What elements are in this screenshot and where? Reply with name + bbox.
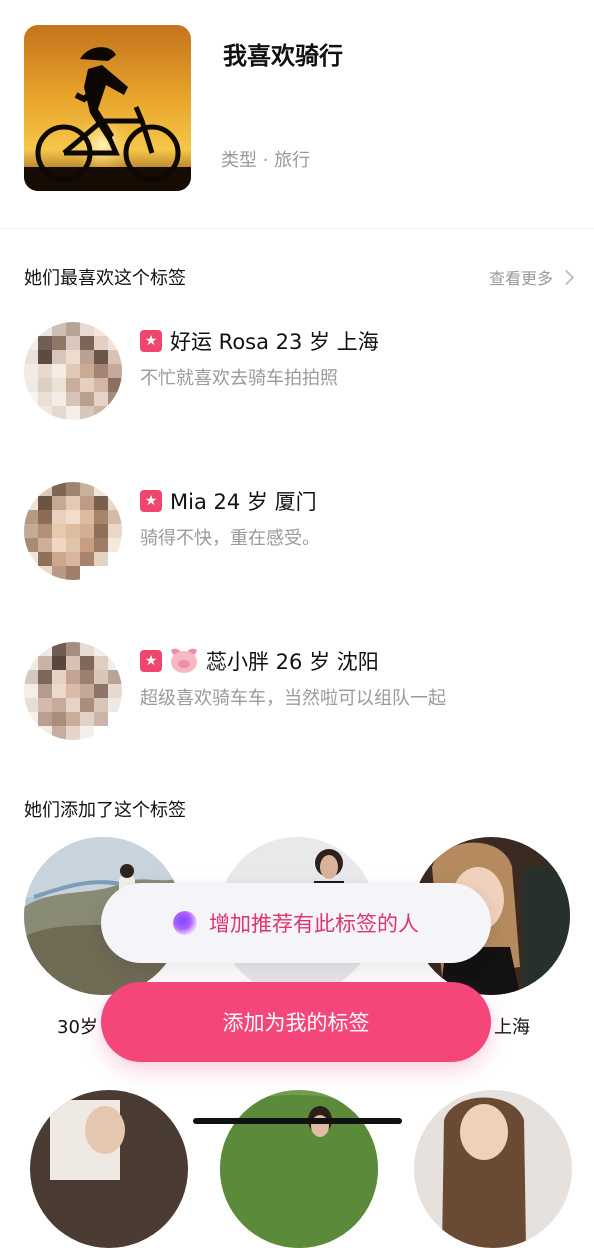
- liked-section-title: 她们最喜欢这个标签: [24, 268, 186, 289]
- gallery-caption-city: 上海: [494, 1017, 530, 1038]
- user-bio: 超级喜欢骑车车，当然啦可以组队一起: [140, 688, 446, 709]
- gallery-avatar[interactable]: [30, 1090, 188, 1248]
- user-name-line: ★ Mia 24 岁 厦门: [140, 486, 317, 516]
- user-name-line: ★ 蕊小胖 26 岁 沈阳: [140, 646, 379, 676]
- chevron-right-icon: [558, 269, 575, 285]
- user-row[interactable]: ★ Mia 24 岁 厦门 骑得不快，重在感受。: [0, 482, 594, 592]
- add-tag-label: 添加为我的标签: [222, 1011, 370, 1035]
- pig-emoji-icon: [170, 646, 198, 674]
- added-section-title: 她们添加了这个标签: [24, 800, 186, 821]
- star-badge-icon: ★: [140, 330, 162, 352]
- user-name-line: ★ 好运 Rosa 23 岁 上海: [140, 326, 379, 356]
- tag-category: 类型 · 旅行: [221, 150, 311, 171]
- user-bio: 骑得不快，重在感受。: [140, 528, 320, 549]
- gallery-avatar[interactable]: [414, 1090, 572, 1248]
- user-name: Mia 24 岁 厦门: [170, 490, 317, 514]
- sparkle-orb-icon: [173, 911, 197, 935]
- tag-title: 我喜欢骑行: [223, 42, 343, 70]
- avatar[interactable]: [24, 642, 122, 740]
- tag-cover-image: [24, 25, 191, 191]
- star-badge-icon: ★: [140, 650, 162, 672]
- avatar[interactable]: [24, 482, 122, 580]
- add-tag-button[interactable]: 添加为我的标签: [101, 982, 491, 1062]
- user-row[interactable]: ★ 蕊小胖 26 岁 沈阳 超级喜欢骑车车，当然啦可以组队一起: [0, 642, 594, 752]
- see-more-link[interactable]: 查看更多: [488, 265, 575, 289]
- divider: [0, 228, 594, 229]
- user-bio: 不忙就喜欢去骑车拍拍照: [140, 368, 338, 389]
- tag-header: 我喜欢骑行 类型 · 旅行: [0, 0, 594, 228]
- recommend-more-label: 增加推荐有此标签的人: [209, 912, 419, 936]
- user-row[interactable]: ★ 好运 Rosa 23 岁 上海 不忙就喜欢去骑车拍拍照: [0, 322, 594, 432]
- user-name: 蕊小胖 26 岁 沈阳: [206, 650, 379, 674]
- recommend-more-button[interactable]: 增加推荐有此标签的人: [101, 883, 491, 963]
- see-more-label: 查看更多: [488, 269, 553, 288]
- avatar[interactable]: [24, 322, 122, 420]
- user-name: 好运 Rosa 23 岁 上海: [170, 330, 379, 354]
- home-indicator: [193, 1118, 402, 1124]
- star-badge-icon: ★: [140, 490, 162, 512]
- gallery-caption-age: 30岁: [57, 1017, 98, 1038]
- gallery-avatar[interactable]: [220, 1090, 378, 1248]
